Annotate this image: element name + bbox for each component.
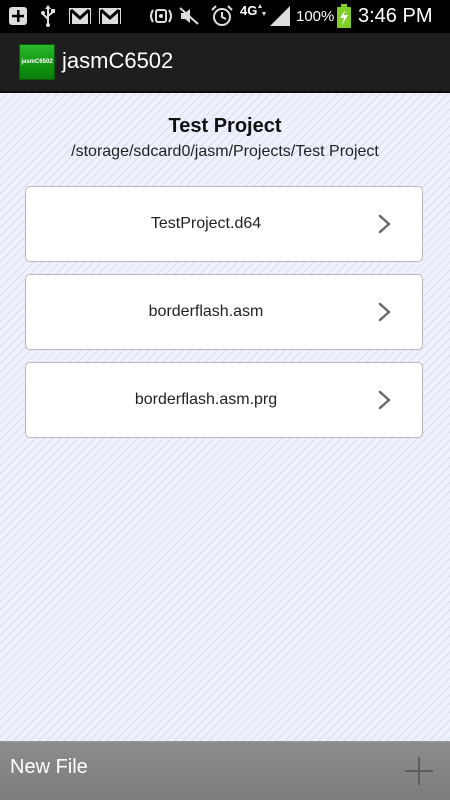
clock: 3:46 PM [358, 5, 433, 27]
app-logo[interactable]: jasmC6502 [19, 44, 55, 80]
file-item-borderflash-asm-prg[interactable]: borderflash.asm.prg [25, 362, 423, 438]
add-notification-icon [8, 6, 28, 26]
chevron-right-icon [378, 390, 391, 410]
project-path: /storage/sdcard0/jasm/Projects/Test Proj… [71, 143, 379, 160]
status-bar: 4G 100% 3:46 PM [0, 0, 450, 33]
mute-icon [178, 6, 200, 26]
gmail-icon [68, 6, 92, 26]
battery-percent: 100% [296, 8, 335, 25]
project-title: Test Project [168, 115, 282, 137]
app-logo-text: jasmC6502 [21, 59, 53, 65]
new-file-bar[interactable]: New File [0, 741, 450, 800]
action-bar: jasmC6502 jasmC6502 [0, 33, 450, 93]
file-item-borderflash-asm[interactable]: borderflash.asm [25, 274, 423, 350]
usb-icon [40, 5, 56, 27]
chevron-right-icon [378, 302, 391, 322]
signal-icon [268, 6, 292, 26]
file-name: borderflash.asm [148, 303, 264, 320]
nfc-icon [147, 6, 175, 26]
file-name: TestProject.d64 [150, 215, 262, 232]
new-file-label[interactable]: New File [10, 756, 88, 779]
chevron-right-icon [378, 214, 391, 234]
network-type: 4G [240, 3, 258, 18]
alarm-icon [210, 5, 234, 26]
project-content: Test Project /storage/sdcard0/jasm/Proje… [0, 93, 450, 741]
battery-charging-icon [336, 4, 352, 28]
gmail-icon [98, 6, 122, 26]
app-title: jasmC6502 [62, 48, 174, 73]
plus-icon[interactable] [404, 756, 434, 786]
file-item-testproject-d64[interactable]: TestProject.d64 [25, 186, 423, 262]
file-name: borderflash.asm.prg [134, 391, 278, 408]
4g-lte-icon [258, 4, 266, 16]
